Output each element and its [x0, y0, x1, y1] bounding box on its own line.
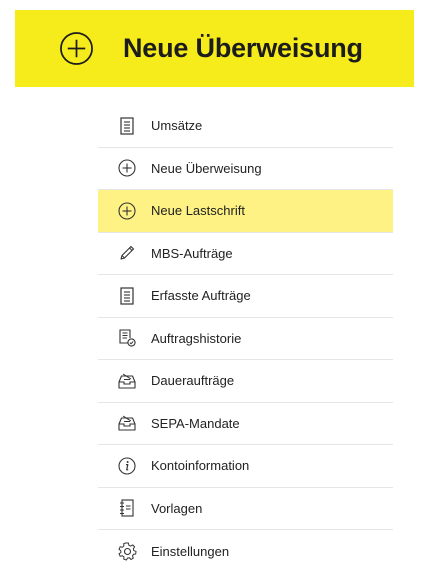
menu-item-auftragshistorie[interactable]: Auftragshistorie — [98, 318, 393, 360]
menu-item-label: Daueraufträge — [151, 373, 235, 389]
menu-item-umsaetze[interactable]: Umsätze — [98, 105, 393, 148]
menu-item-sepa-mandate[interactable]: SEPA-Mandate — [98, 403, 393, 445]
pencil-icon — [117, 243, 137, 263]
menu-item-erfasste-auftraege[interactable]: Erfasste Aufträge — [98, 275, 393, 318]
menu-item-label: MBS-Aufträge — [151, 245, 233, 261]
page-header: Neue Überweisung — [15, 10, 414, 87]
document-check-icon — [117, 328, 137, 348]
menu-item-neue-ueberweisung[interactable]: Neue Überweisung — [98, 148, 393, 190]
inbox-tray-icon — [117, 371, 137, 391]
menu-item-label: Auftragshistorie — [151, 330, 242, 346]
menu-item-label: Erfasste Aufträge — [151, 288, 251, 304]
plus-circle-icon — [117, 158, 137, 178]
document-list-icon — [117, 116, 137, 136]
info-circle-icon — [117, 456, 137, 476]
menu-item-label: Einstellungen — [151, 543, 230, 559]
menu-item-label: Neue Lastschrift — [151, 203, 245, 219]
gear-icon — [117, 541, 137, 561]
menu-item-neue-lastschrift[interactable]: Neue Lastschrift — [98, 190, 393, 233]
menu-item-label: Neue Überweisung — [151, 160, 262, 176]
menu-item-vorlagen[interactable]: Vorlagen — [98, 488, 393, 530]
menu-item-dauerauftraege[interactable]: Daueraufträge — [98, 360, 393, 403]
notebook-icon — [117, 498, 137, 518]
menu-item-mbs-auftraege[interactable]: MBS-Aufträge — [98, 233, 393, 275]
menu-item-label: Umsätze — [151, 118, 203, 134]
navigation-menu: Umsätze Neue Überweisung Neue Lastschrif… — [98, 105, 393, 573]
plus-circle-icon — [60, 32, 93, 65]
page-title: Neue Überweisung — [123, 33, 363, 63]
plus-circle-icon — [117, 201, 137, 221]
menu-item-label: Kontoinformation — [151, 458, 250, 474]
menu-item-einstellungen[interactable]: Einstellungen — [98, 530, 393, 573]
menu-item-label: SEPA-Mandate — [151, 415, 240, 431]
menu-item-label: Vorlagen — [151, 500, 203, 516]
menu-item-kontoinformation[interactable]: Kontoinformation — [98, 445, 393, 488]
document-list-icon — [117, 286, 137, 306]
inbox-tray-icon — [117, 413, 137, 433]
